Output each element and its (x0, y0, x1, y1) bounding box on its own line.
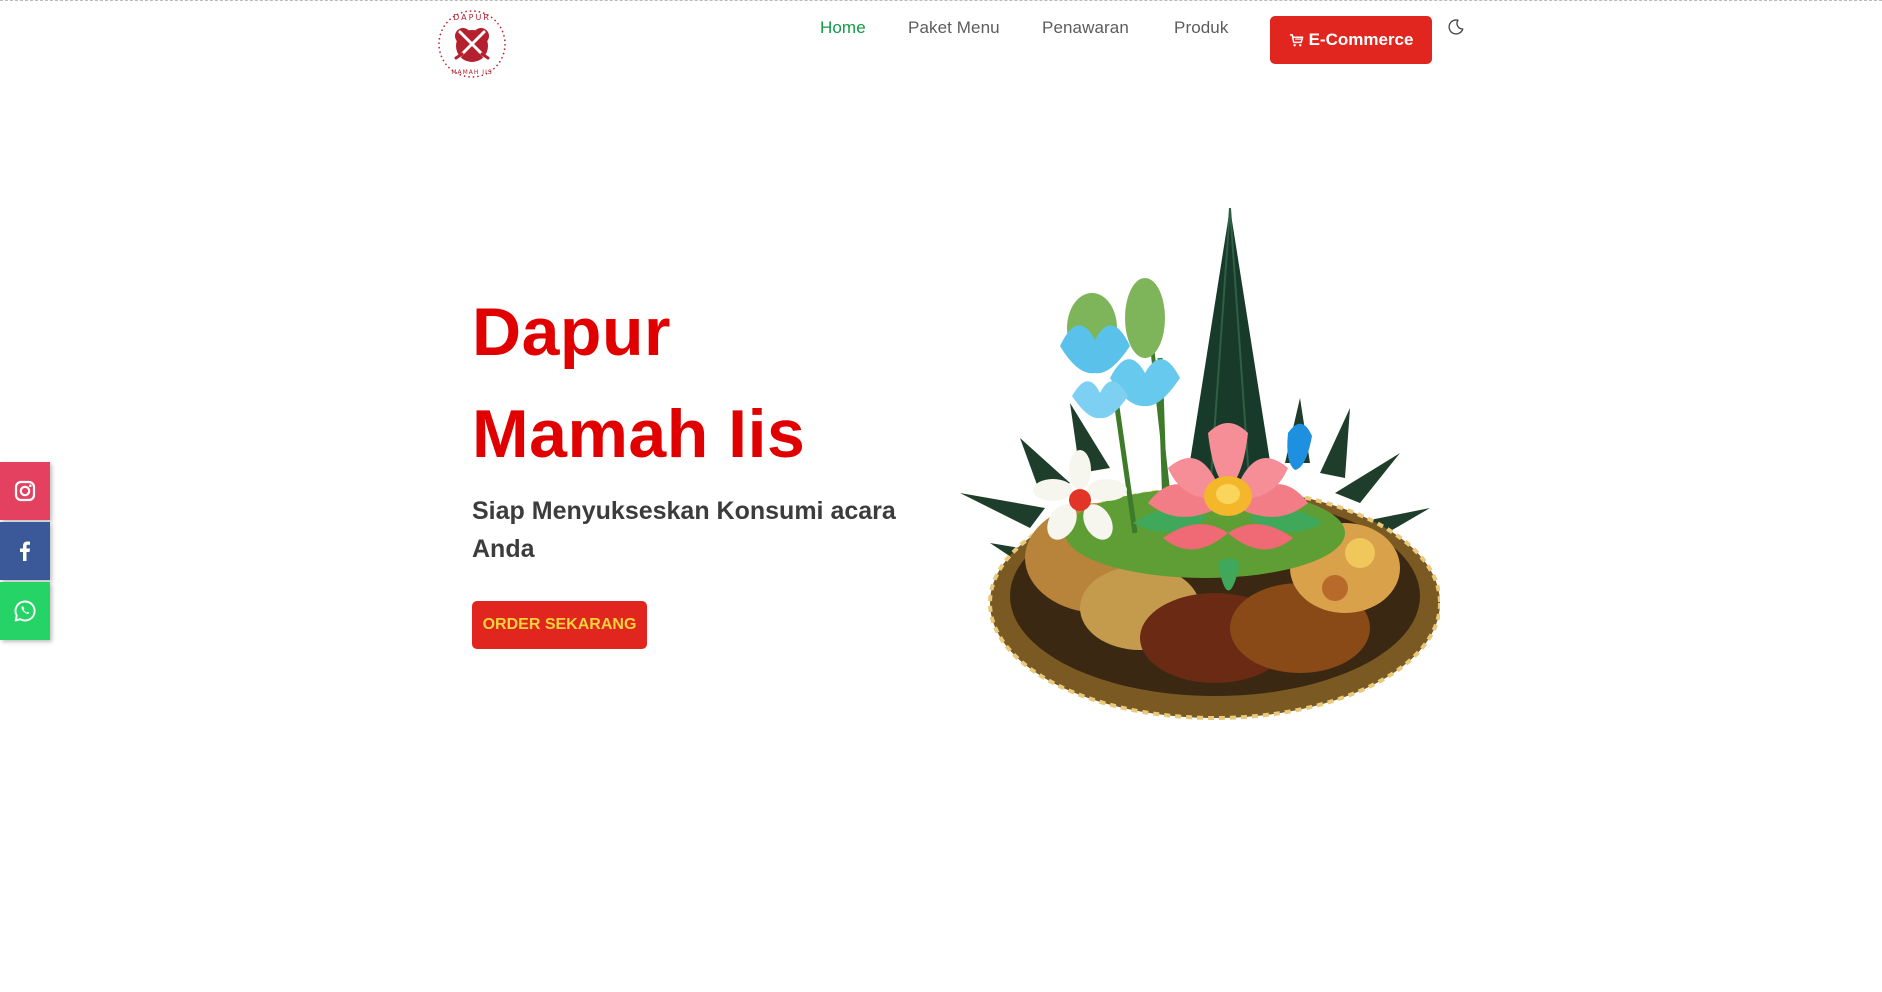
nav-penawaran[interactable]: Penawaran (1042, 18, 1129, 38)
logo-top-text: DAPUR (453, 13, 491, 22)
nav-produk[interactable]: Produk (1174, 18, 1228, 38)
logo-bottom-text: MAMAH IIS (451, 69, 492, 76)
nav-home[interactable]: Home (820, 18, 866, 38)
whatsapp-button[interactable] (0, 582, 50, 640)
ecommerce-label: E-Commerce (1308, 30, 1414, 49)
hero-subtitle: Siap Menyukseskan Konsumi acara Anda (472, 497, 896, 563)
hero-title-line2: Mamah Iis (472, 396, 806, 472)
cart-icon (1289, 33, 1303, 46)
nav-paket-menu[interactable]: Paket Menu (908, 18, 1000, 38)
order-now-button[interactable]: ORDER SEKARANG (472, 601, 647, 649)
top-border (0, 0, 1882, 1)
instagram-icon (14, 480, 36, 502)
logo[interactable]: DAPUR MAMAH IIS (436, 8, 508, 80)
whatsapp-icon (14, 600, 36, 622)
ecommerce-button[interactable]: E-Commerce (1270, 16, 1432, 64)
facebook-button[interactable] (0, 522, 50, 580)
tumpeng-image (960, 208, 1440, 720)
instagram-button[interactable] (0, 462, 50, 520)
facebook-icon (20, 541, 30, 561)
navbar: DAPUR MAMAH IIS Home Paket Menu Penawara… (0, 2, 1882, 78)
moon-icon[interactable] (1447, 18, 1465, 36)
hero-title-line1: Dapur (472, 294, 671, 370)
